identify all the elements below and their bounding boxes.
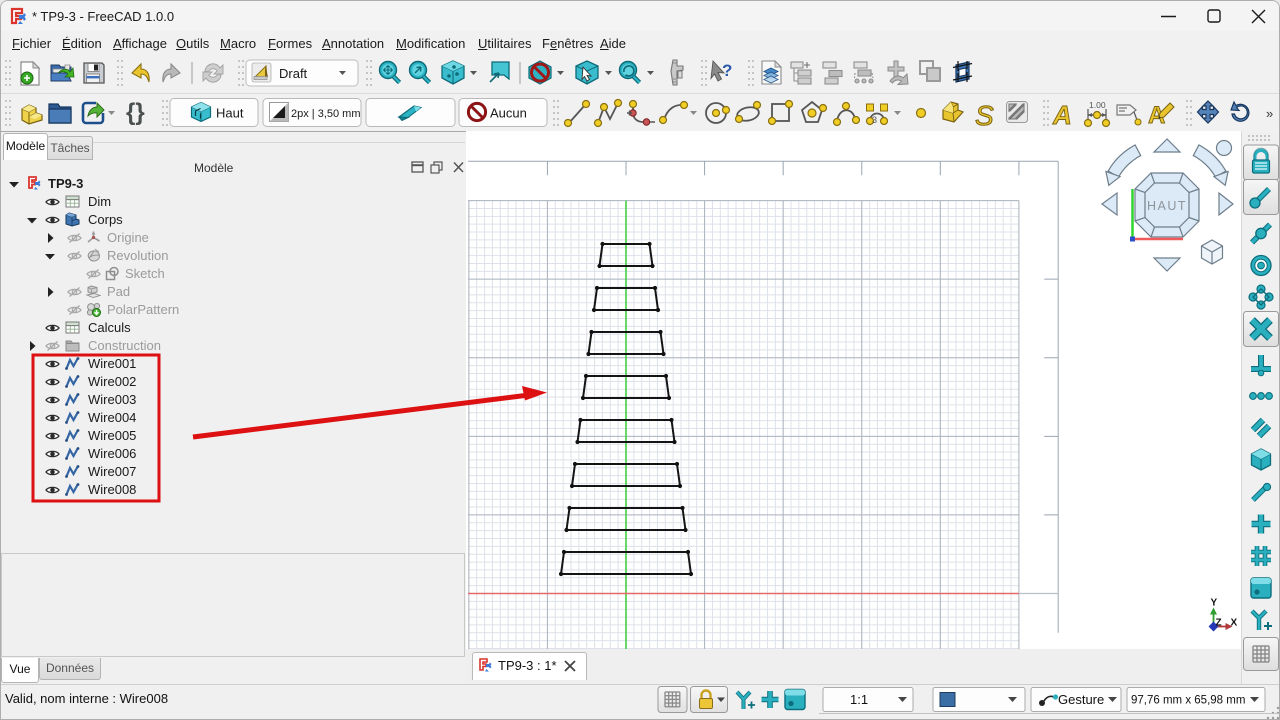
svg-text:Haut: Haut (216, 106, 244, 121)
svg-text:HAUT: HAUT (1147, 199, 1187, 213)
svg-text:Y: Y (1211, 598, 1218, 609)
svg-text:A: A (1052, 100, 1072, 130)
svg-text:Gesture: Gesture (1058, 692, 1104, 707)
svg-text:»: » (1266, 106, 1273, 121)
svg-text:Draft: Draft (279, 66, 308, 81)
svg-text:2px | 3,50 mm: 2px | 3,50 mm (291, 108, 361, 120)
svg-text:{}: {} (126, 99, 145, 126)
svg-text:?: ? (722, 61, 732, 80)
svg-text:3: 3 (872, 115, 877, 125)
svg-text:Aucun: Aucun (490, 106, 527, 121)
svg-text:1.00: 1.00 (1089, 100, 1106, 110)
svg-text:X: X (1231, 618, 1238, 629)
svg-text:97,76 mm x 65,98 mm: 97,76 mm x 65,98 mm (1131, 695, 1245, 707)
svg-text:1:1: 1:1 (850, 692, 868, 707)
svg-text:S: S (975, 100, 994, 131)
svg-text:Z: Z (1216, 618, 1222, 629)
